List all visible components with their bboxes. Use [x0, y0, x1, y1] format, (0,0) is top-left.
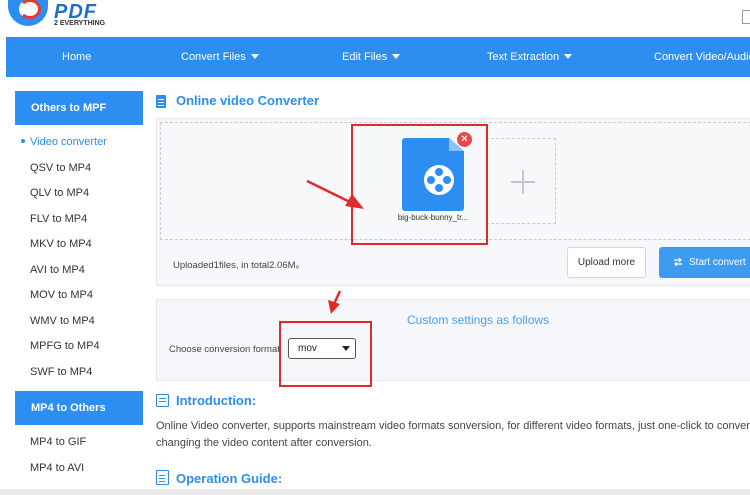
add-file-button[interactable]	[486, 138, 556, 224]
sidebar-item-wmv-to-mp4[interactable]: WMV to MP4	[15, 309, 143, 335]
format-label: Choose conversion format	[169, 344, 280, 355]
nav-home[interactable]: Home	[62, 37, 91, 77]
sidebar-item-avi-to-mp4[interactable]: AVI to MP4	[15, 258, 143, 284]
nav-edit-files-label: Edit Files	[342, 51, 388, 63]
nav-convert-files[interactable]: Convert Files	[181, 37, 259, 77]
settings-panel: Custom settings as follows Choose conver…	[156, 299, 750, 381]
nav-convert-files-label: Convert Files	[181, 51, 246, 63]
main-nav: Home Convert Files Edit Files Text Extra…	[6, 37, 750, 77]
nav-text-extraction[interactable]: Text Extraction	[487, 37, 573, 77]
upload-more-button[interactable]: Upload more	[567, 247, 646, 278]
sidebar-group-others-to-mpf: Others to MPF	[15, 91, 143, 125]
nav-convert-video-audio-label: Convert Video/Audio	[654, 51, 750, 63]
highlight-box-format-select	[279, 321, 372, 387]
nav-convert-video-audio[interactable]: Convert Video/Audio	[654, 37, 750, 77]
introduction-line-1: Online Video converter, supports mainstr…	[156, 420, 750, 432]
introduction-line-2: changing the video content after convers…	[156, 436, 372, 449]
upload-status: Uploaded1files, in total2.06M。	[173, 260, 306, 271]
sidebar-item-qsv-to-mp4[interactable]: QSV to MP4	[15, 156, 143, 182]
start-convert-button[interactable]: Start convert	[659, 247, 750, 278]
window-bottom-edge	[0, 489, 750, 495]
add-file-icon-stroke	[522, 170, 524, 194]
chevron-down-icon	[250, 54, 259, 59]
sidebar-item-mpfg-to-mp4[interactable]: MPFG to MP4	[15, 334, 143, 360]
logo-subtitle: 2 EVERYTHING	[54, 20, 106, 27]
sidebar-group-mp4-to-others: MP4 to Others	[15, 391, 143, 425]
document-icon	[156, 95, 166, 108]
nav-text-extraction-label: Text Extraction	[487, 51, 560, 63]
introduction-text: Online Video converter, supports mainstr…	[156, 418, 750, 451]
logo-icon[interactable]	[8, 0, 48, 26]
guide-icon	[156, 470, 169, 485]
window-edge	[742, 10, 750, 24]
page-title: Online video Converter	[176, 93, 320, 108]
sidebar-item-mov-to-mp4[interactable]: MOV to MP4	[15, 283, 143, 309]
active-dot-icon	[21, 139, 25, 143]
sidebar-item-mp4-to-avi[interactable]: MP4 to AVI	[15, 456, 143, 482]
site-header: PDF 2 EVERYTHING	[0, 0, 750, 37]
sidebar: Others to MPF Video converter QSV to MP4…	[15, 91, 143, 481]
highlight-box-uploaded-file	[351, 124, 488, 245]
sidebar-item-qlv-to-mp4[interactable]: QLV to MP4	[15, 181, 143, 207]
sidebar-item-video-converter[interactable]: Video converter	[15, 130, 143, 156]
introduction-icon	[156, 394, 169, 407]
guide-title: Operation Guide:	[176, 471, 283, 486]
chevron-down-icon	[564, 54, 573, 59]
sidebar-item-mp4-to-gif[interactable]: MP4 to GIF	[15, 430, 143, 456]
nav-edit-files[interactable]: Edit Files	[342, 37, 401, 77]
chevron-down-icon	[392, 54, 401, 59]
sidebar-item-swf-to-mp4[interactable]: SWF to MP4	[15, 360, 143, 386]
custom-settings-title: Custom settings as follows	[407, 313, 550, 327]
swap-icon	[674, 257, 682, 267]
sidebar-item-flv-to-mp4[interactable]: FLV to MP4	[15, 207, 143, 233]
introduction-title: Introduction:	[176, 393, 257, 408]
nav-home-label: Home	[62, 51, 92, 63]
sidebar-item-label: Video converter	[30, 136, 107, 148]
sidebar-item-mkv-to-mp4[interactable]: MKV to MP4	[15, 232, 143, 258]
start-convert-label: Start convert	[689, 257, 746, 268]
